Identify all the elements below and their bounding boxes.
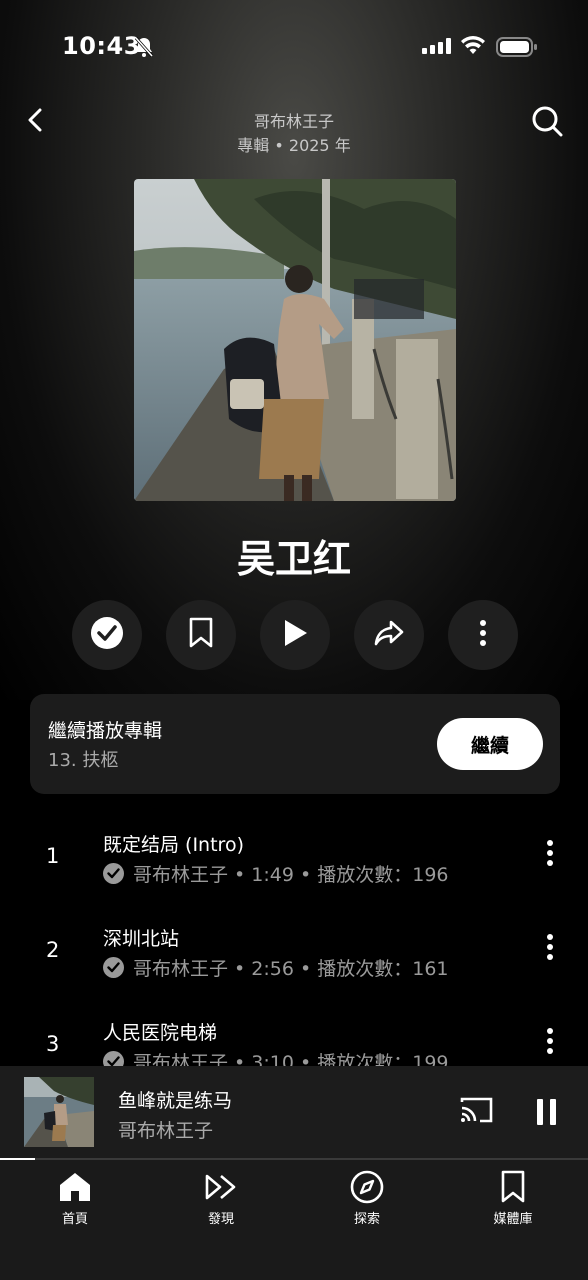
cellular-signal-icon	[422, 38, 452, 58]
continue-button[interactable]: 繼續	[437, 718, 543, 770]
continue-card-subtitle: 13. 扶柩	[48, 750, 119, 771]
battery-icon	[496, 36, 538, 62]
album-cover	[134, 179, 456, 501]
album-title: 吴卫红	[236, 537, 351, 581]
search-icon[interactable]	[530, 104, 564, 138]
discover-icon	[166, 1168, 276, 1206]
library-icon	[458, 1168, 568, 1206]
downloaded-check-icon	[103, 957, 124, 978]
wifi-icon	[460, 36, 486, 60]
nav-label: 首頁	[61, 1212, 88, 1227]
save-to-library-button[interactable]	[166, 600, 236, 670]
mini-player-title: 鱼峰就是练马	[118, 1090, 233, 1112]
check-circle-icon	[90, 616, 124, 654]
mini-player-artist: 哥布林王子	[118, 1120, 214, 1142]
bottom-navigation: 首頁 發現 探索 媒體庫	[0, 1160, 588, 1280]
bell-muted-icon	[134, 36, 154, 62]
saved-button[interactable]	[72, 600, 142, 670]
mini-player-artwork	[24, 1077, 94, 1147]
bookmark-icon	[188, 617, 214, 653]
track-meta: 哥布林王子 • 2:56 • 播放次數：161	[103, 954, 449, 981]
more-vertical-icon	[479, 620, 487, 650]
track-meta-text: 哥布林王子 • 2:56 • 播放次數：161	[133, 958, 449, 980]
track-number: 2	[46, 938, 60, 962]
cast-icon[interactable]	[460, 1096, 494, 1128]
header-album-meta: 專輯 • 2025 年	[237, 136, 351, 155]
album-actions	[72, 600, 518, 670]
nav-item-discover[interactable]: 發現	[166, 1168, 276, 1227]
compass-icon	[312, 1168, 422, 1206]
status-time: 10:43	[62, 32, 141, 60]
home-icon	[20, 1168, 130, 1206]
play-icon	[281, 618, 309, 652]
track-title: 深圳北站	[103, 928, 180, 950]
track-title: 人民医院电梯	[103, 1022, 218, 1044]
track-meta-text: 哥布林王子 • 1:49 • 播放次數：196	[133, 864, 449, 886]
track-more-icon[interactable]	[540, 838, 560, 868]
track-number: 3	[46, 1032, 60, 1056]
track-row[interactable]: 2 深圳北站 哥布林王子 • 2:56 • 播放次數：161	[0, 916, 588, 1008]
continue-playing-card: 繼續播放專輯 13. 扶柩 繼續	[30, 694, 560, 794]
nav-label: 發現	[207, 1212, 234, 1227]
nav-item-explore[interactable]: 探索	[312, 1168, 422, 1227]
more-options-button[interactable]	[448, 600, 518, 670]
share-button[interactable]	[354, 600, 424, 670]
track-more-icon[interactable]	[540, 1026, 560, 1056]
nav-item-library[interactable]: 媒體庫	[458, 1168, 568, 1227]
track-number: 1	[46, 844, 60, 868]
track-row[interactable]: 1 既定结局 (Intro) 哥布林王子 • 1:49 • 播放次數：196	[0, 822, 588, 914]
pause-icon[interactable]	[535, 1098, 559, 1130]
nav-label: 探索	[353, 1212, 380, 1227]
mini-player[interactable]: 鱼峰就是练马 哥布林王子	[0, 1066, 588, 1160]
track-meta: 哥布林王子 • 1:49 • 播放次數：196	[103, 860, 449, 887]
track-title: 既定结局 (Intro)	[103, 834, 244, 856]
status-bar: 10:43	[0, 28, 588, 68]
header-artist[interactable]: 哥布林王子	[0, 108, 588, 132]
share-icon	[373, 619, 405, 651]
nav-item-home[interactable]: 首頁	[20, 1168, 130, 1227]
play-button[interactable]	[260, 600, 330, 670]
nav-label: 媒體庫	[493, 1212, 533, 1227]
downloaded-check-icon	[103, 863, 124, 884]
track-more-icon[interactable]	[540, 932, 560, 962]
continue-card-title: 繼續播放專輯	[48, 720, 163, 742]
